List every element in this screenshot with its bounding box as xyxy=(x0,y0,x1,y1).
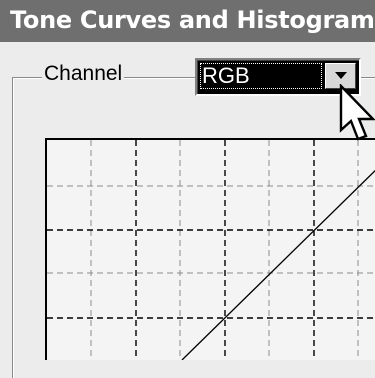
title-bar: Tone Curves and Histogram xyxy=(0,0,375,42)
groupbox-edge-right xyxy=(362,77,375,78)
tone-curve-grid xyxy=(47,140,375,360)
window-title: Tone Curves and Histogram xyxy=(10,6,375,34)
tone-curve-line xyxy=(181,169,375,360)
chevron-down-icon xyxy=(335,72,347,79)
channel-label: Channel xyxy=(42,62,125,86)
channel-select-value[interactable]: RGB xyxy=(200,63,322,89)
channel-select[interactable]: RGB xyxy=(195,58,361,96)
tone-curve-graph[interactable] xyxy=(45,138,375,360)
mouse-cursor-icon xyxy=(339,83,375,148)
groupbox-edge xyxy=(136,77,192,78)
